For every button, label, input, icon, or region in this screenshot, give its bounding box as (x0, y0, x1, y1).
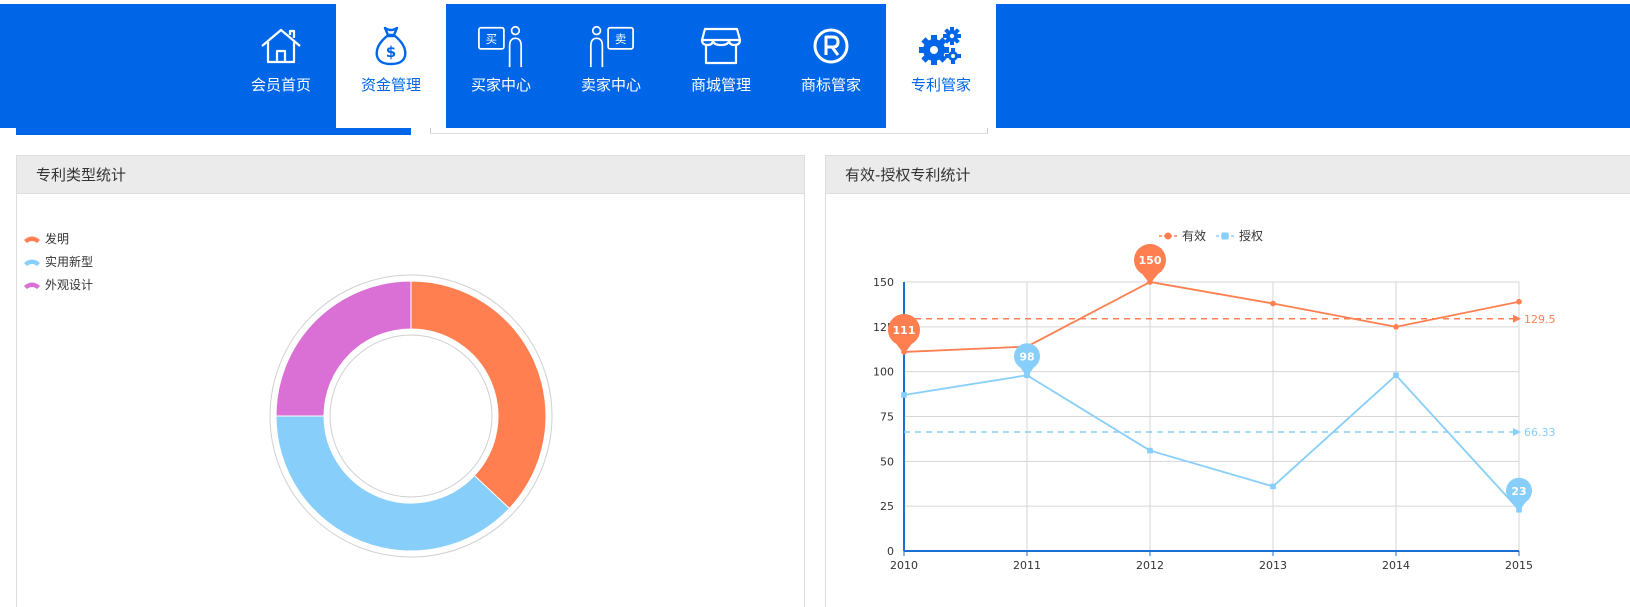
pie-slice-0 (410, 280, 547, 510)
min-0-pin-label: 111 (893, 324, 916, 337)
store-icon (697, 24, 745, 68)
data-point (1270, 483, 1276, 490)
pie-slice-1 (275, 415, 511, 552)
donut-inner-ring (329, 334, 493, 498)
buyer-icon: 买 (477, 24, 525, 68)
data-point (1393, 324, 1399, 330)
series-line-1 (903, 373, 1520, 511)
x-tick-label: 2015 (1505, 559, 1533, 572)
x-tick-label: 2013 (1259, 559, 1287, 572)
mean-label-0: 129.5 (1524, 313, 1556, 326)
legend-label-1: 授权 (1239, 228, 1263, 243)
home-icon (257, 24, 305, 68)
nav-item-label: 商标管家 (800, 76, 861, 94)
legend-marker-1 (1221, 232, 1229, 240)
nav-item-label: 资金管理 (360, 76, 421, 94)
nav-item-mall-management[interactable]: 商城管理 (666, 4, 776, 128)
nav-item-funds[interactable]: $ 资金管理 (336, 4, 446, 128)
nav-item-trademark-manager[interactable]: 商标管家 (776, 4, 886, 128)
donut-chart (269, 274, 553, 558)
x-tick-label: 2011 (1013, 559, 1041, 572)
x-tick-label: 2010 (890, 559, 918, 572)
nav-item-label: 会员首页 (250, 76, 311, 94)
y-tick-label: 100 (873, 366, 894, 379)
svg-text:买: 买 (486, 32, 498, 46)
nav-item-buyer-center[interactable]: 买 买家中心 (446, 4, 556, 128)
max-1-pin-label: 98 (1019, 350, 1034, 363)
subnav-divider (430, 128, 988, 134)
data-point (901, 392, 907, 398)
y-tick-label: 0 (887, 545, 894, 558)
mean-label-1: 66.33 (1524, 426, 1556, 439)
legend-marker-0 (1164, 232, 1172, 240)
nav-item-label: 专利管家 (910, 76, 971, 94)
active-underline (16, 128, 411, 135)
nav-item-patent-manager[interactable]: 专利管家 (886, 4, 996, 128)
y-tick-label: 75 (880, 411, 894, 424)
panel-title: 专利类型统计 (17, 156, 804, 194)
registered-trademark-icon (807, 24, 855, 68)
data-point (1393, 372, 1399, 379)
y-tick-label: 25 (880, 500, 894, 513)
patent-type-panel: 专利类型统计 发明 实用新型 外观设计 (16, 155, 805, 607)
series-line-0 (903, 281, 1520, 353)
x-tick-label: 2014 (1382, 559, 1410, 572)
valid-granted-panel: 有效-授权专利统计 0 25 50 75 100 125 150 2010 2011 2012 20… (825, 155, 1630, 607)
data-point (1270, 300, 1276, 307)
x-tick-label: 2012 (1136, 559, 1164, 572)
line-chart: 02550751001251502010 2011 2012 2013 2014 2015… (873, 228, 1556, 572)
nav-item-label: 卖家中心 (580, 76, 641, 94)
pie-slice-2 (275, 280, 412, 417)
mean-arrow-0 (1513, 314, 1521, 323)
svg-text:$: $ (386, 43, 396, 61)
svg-text:卖: 卖 (615, 32, 627, 46)
main-nav: 会员首页 $ 资金管理 买 买家中心 卖 卖家中心 商城管理 商标管家 专利管家 (226, 4, 996, 128)
y-tick-label: 50 (880, 455, 894, 468)
money-bag-icon: $ (367, 24, 415, 68)
nav-item-label: 商城管理 (690, 76, 751, 94)
gears-icon (917, 24, 965, 68)
y-tick-label: 150 (873, 276, 894, 289)
data-point (1147, 447, 1153, 454)
min-1-pin-label: 23 (1511, 485, 1526, 498)
max-0-pin-label: 150 (1139, 254, 1162, 267)
nav-item-seller-center[interactable]: 卖 卖家中心 (556, 4, 666, 128)
nav-item-member-home[interactable]: 会员首页 (226, 4, 336, 128)
seller-icon: 卖 (587, 24, 635, 68)
legend-label-0: 有效 (1182, 228, 1206, 243)
nav-item-label: 买家中心 (470, 76, 531, 94)
panel-title: 有效-授权专利统计 (826, 156, 1630, 194)
mean-arrow-1 (1513, 428, 1521, 437)
data-point (1516, 298, 1522, 305)
